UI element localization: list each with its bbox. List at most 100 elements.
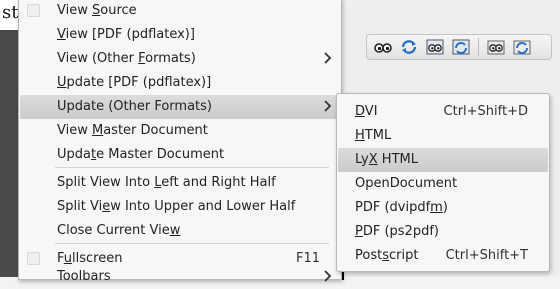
menu-item-label: View [PDF (pdflatex)]: [57, 27, 195, 42]
view-other-icon[interactable]: [485, 37, 507, 57]
label-text: OpenDocument: [355, 176, 458, 191]
document-area: st: [0, 0, 18, 277]
menu-item-label: Update (Other Formats): [57, 99, 212, 114]
submenu-item-dvi[interactable]: DVI Ctrl+Shift+D: [338, 100, 548, 124]
label-text: Upda: [57, 147, 91, 162]
mnemonic-letter: H: [355, 128, 365, 143]
menu-item-label: OpenDocument: [355, 176, 457, 191]
menu-item-label: Update [PDF (pdflatex)]: [57, 75, 211, 90]
menu-item-label: View Master Document: [57, 123, 208, 138]
label-text: Update (Other Formats): [57, 99, 212, 114]
label-text: View: [57, 123, 92, 138]
mnemonic-letter: m: [430, 200, 443, 215]
label-text: pdate [PDF (pdflatex)]: [66, 75, 212, 90]
menu-item-label: Split View Into Upper and Lower Half: [57, 199, 295, 214]
label-text: View (Other: [57, 51, 139, 66]
submenu-item-pdf-ps2pdf[interactable]: PDF (ps2pdf): [338, 220, 548, 244]
label-text: Split Vi: [57, 199, 103, 214]
label-text: Post: [355, 248, 383, 263]
menu-item-label: View (Other Formats): [57, 51, 196, 66]
label-text: VI: [364, 104, 378, 119]
update-master-icon[interactable]: [450, 37, 472, 57]
mnemonic-letter: u: [63, 251, 73, 266]
label-text: ormats): [145, 51, 196, 66]
label-text: llscreen: [72, 251, 123, 266]
label-text: ): [442, 200, 448, 215]
menu-item-close-current-view[interactable]: Close Current View: [20, 219, 340, 243]
checkbox-icon[interactable]: [27, 4, 40, 17]
submenu-item-pdf-dvipdfm[interactable]: PDF (dvipdfm): [338, 196, 548, 220]
menu-item-label: Fullscreen: [57, 251, 122, 266]
chevron-right-icon: [324, 270, 332, 282]
submenu-item-lyx-html[interactable]: LyX HTML: [338, 148, 548, 172]
menu-item-label: DVI: [355, 104, 378, 119]
chevron-right-icon: [324, 100, 332, 112]
menu-item-label: Postscript: [355, 248, 418, 263]
shortcut-label: Ctrl+Shift+D: [443, 104, 528, 119]
document-page: st: [0, 0, 18, 30]
document-text: st: [2, 2, 19, 23]
submenu-item-postscript[interactable]: Postscript Ctrl+Shift+T: [338, 244, 548, 268]
menu-item-label: Close Current View: [57, 223, 180, 238]
menu-item-toolbars[interactable]: Toolbars: [20, 265, 340, 289]
menu-item-label: Split View Into Left and Right Half: [57, 175, 276, 190]
menu-item-view-other-formats[interactable]: View (Other Formats): [20, 47, 340, 71]
menu-item-label: PDF (ps2pdf): [355, 224, 439, 239]
mnemonic-letter: P: [355, 224, 363, 239]
label-text: ource: [100, 3, 137, 18]
mnemonic-letter: U: [57, 75, 67, 90]
mnemonic-letter: S: [91, 3, 101, 18]
update-icon[interactable]: [398, 37, 420, 57]
label-text: View: [57, 3, 92, 18]
label-text: PDF (dvipdf: [355, 200, 431, 215]
mnemonic-letter: w: [169, 223, 181, 238]
menu-item-label: Update Master Document: [57, 147, 224, 162]
chevron-right-icon: [324, 52, 332, 64]
shortcut-label: Ctrl+Shift+T: [445, 248, 528, 263]
mnemonic-letter: D: [355, 104, 365, 119]
submenu-item-opendocument[interactable]: OpenDocument: [338, 172, 548, 196]
mnemonic-letter: X: [368, 152, 378, 167]
mnemonic-letter: e: [102, 199, 111, 214]
view-menu: View Source View [PDF (pdflatex)] View (Ot…: [18, 0, 342, 284]
menu-item-update-pdf-pdflatex[interactable]: Update [PDF (pdflatex)]: [20, 71, 340, 95]
menu-separator: [55, 243, 329, 244]
menu-item-label: HTML: [355, 128, 391, 143]
menu-item-label: LyX HTML: [355, 152, 418, 167]
menu-item-update-other-formats[interactable]: Update (Other Formats): [20, 95, 340, 119]
menu-item-split-view-into-left-and-right-half[interactable]: Split View Into Left and Right Half: [20, 171, 340, 195]
label-text: HTML: [377, 152, 418, 167]
label-text: e Master Document: [96, 147, 225, 162]
label-text: TML: [364, 128, 392, 143]
label-text: Split View Into: [57, 175, 155, 190]
shortcut-label: F11: [295, 251, 320, 266]
menu-separator: [55, 167, 329, 168]
label-text: Close Current Vie: [57, 223, 170, 238]
menu-item-view-source[interactable]: View Source: [20, 0, 340, 23]
label-text: eft and Right Half: [161, 175, 276, 190]
view-update-toolbar: [366, 34, 552, 60]
label-text: DF (ps2pdf): [362, 224, 439, 239]
menu-item-update-master-document[interactable]: Update Master Document: [20, 143, 340, 167]
checkbox-icon[interactable]: [27, 252, 40, 265]
update-other-formats-submenu: DVI Ctrl+Shift+D HTML LyX HTML OpenDocument P…: [336, 93, 550, 272]
submenu-item-html[interactable]: HTML: [338, 124, 548, 148]
label-text: w Into Upper and Lower Half: [110, 199, 296, 214]
menu-item-view-master-document[interactable]: View Master Document: [20, 119, 340, 143]
label-text: iew [PDF (pdflatex)]: [65, 27, 195, 42]
label-text: F: [57, 251, 64, 266]
mnemonic-letter: s: [382, 248, 389, 263]
menu-item-split-view-into-upper-and-lower-half[interactable]: Split View Into Upper and Lower Half: [20, 195, 340, 219]
toolbar-separator: [478, 38, 479, 56]
menu-item-label: PDF (dvipdfm): [355, 200, 448, 215]
label-text: aster Document: [103, 123, 208, 138]
mnemonic-letter: V: [57, 27, 66, 42]
menu-item-label: View Source: [57, 3, 137, 18]
label-text: cript: [388, 248, 419, 263]
view-master-icon[interactable]: [424, 37, 446, 57]
mnemonic-letter: M: [91, 123, 104, 138]
menu-item-view-pdf-pdflatex[interactable]: View [PDF (pdflatex)]: [20, 23, 340, 47]
view-icon[interactable]: [372, 37, 394, 57]
update-other-icon[interactable]: [511, 37, 533, 57]
label-text: Ly: [355, 152, 369, 167]
